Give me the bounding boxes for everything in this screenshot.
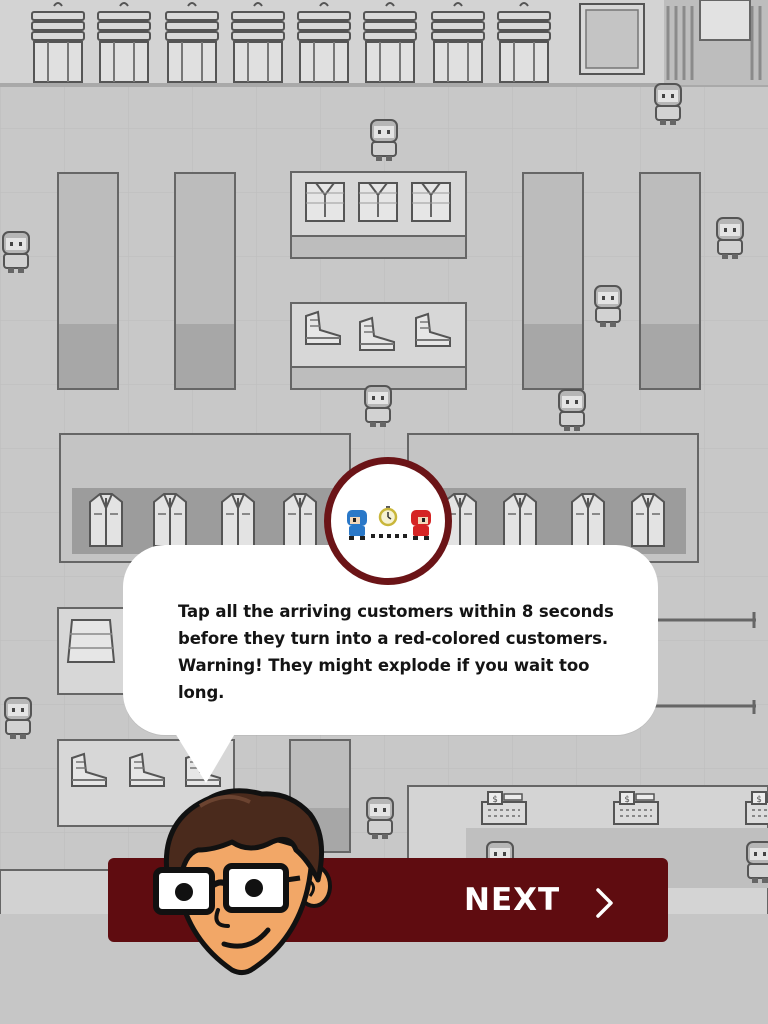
tutorial-message: Tap all the arriving customers within 8 … xyxy=(178,602,614,702)
next-button-label: NEXT xyxy=(464,882,561,918)
host-character xyxy=(153,788,332,976)
customer-timer-badge xyxy=(324,457,452,585)
customer-timer-icon xyxy=(347,506,431,540)
chevron-right-icon xyxy=(596,888,613,918)
speech-bubble-tail xyxy=(170,725,240,783)
